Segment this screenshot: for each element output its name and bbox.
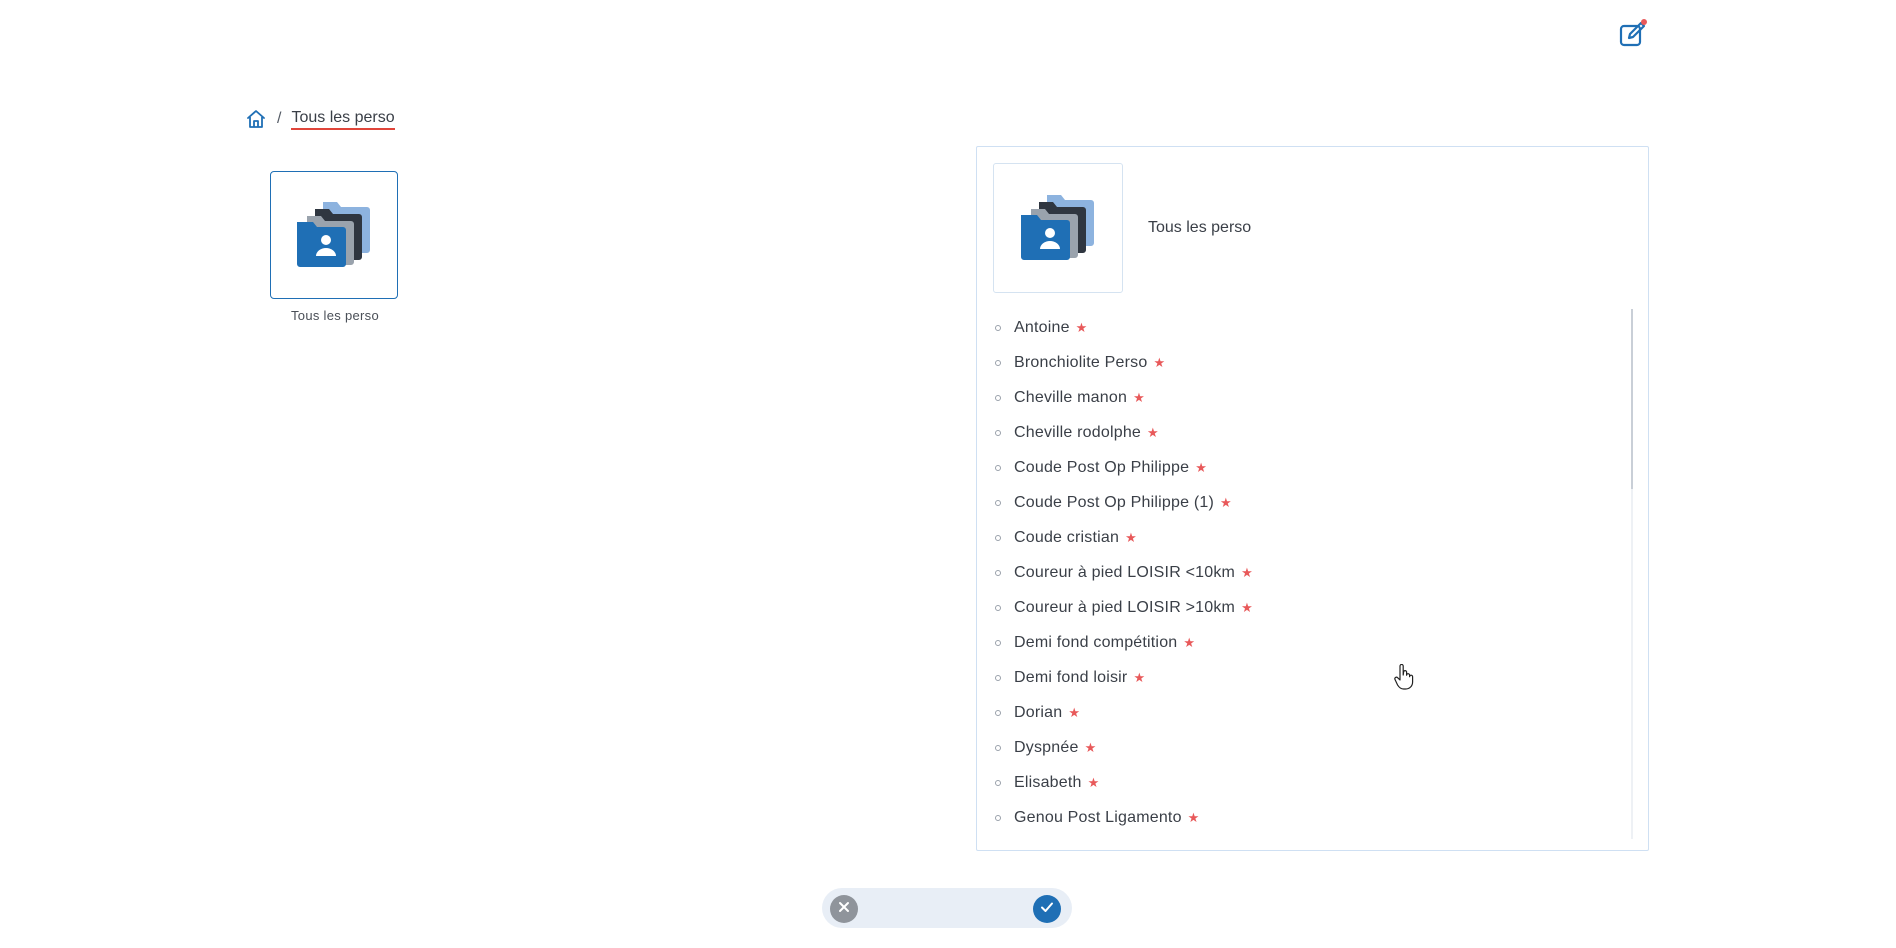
star-icon: ★ bbox=[1241, 564, 1253, 580]
star-icon: ★ bbox=[1187, 809, 1200, 825]
breadcrumb-separator: / bbox=[277, 110, 282, 127]
protocol-list: Antoine ★ Bronchiolite Perso ★ Cheville ma… bbox=[985, 310, 1609, 840]
panel-thumbnail bbox=[993, 163, 1123, 293]
bullet-icon bbox=[995, 569, 1001, 576]
bullet-icon bbox=[995, 674, 1001, 681]
folder-tile-label: Tous les perso bbox=[290, 308, 380, 323]
confirm-button[interactable] bbox=[1033, 895, 1061, 923]
star-icon: ★ bbox=[1241, 599, 1253, 615]
star-icon: ★ bbox=[1195, 459, 1207, 475]
list-item-label: Antoine bbox=[1014, 318, 1070, 336]
edit-icon[interactable] bbox=[1617, 18, 1649, 50]
list-item[interactable]: Genou Post Ligamento ★ bbox=[985, 800, 1609, 835]
list-item[interactable]: Antoine ★ bbox=[985, 310, 1609, 345]
bullet-icon bbox=[995, 534, 1001, 541]
list-item-label: Coude Post Op Philippe (1) bbox=[1014, 493, 1214, 511]
bullet-icon bbox=[995, 324, 1001, 331]
list-item[interactable]: Dyspnée ★ bbox=[985, 730, 1609, 765]
star-icon: ★ bbox=[1133, 669, 1146, 685]
star-icon: ★ bbox=[1084, 739, 1097, 755]
bullet-icon bbox=[995, 709, 1001, 716]
list-item-label: Genou Post Ligamento bbox=[1014, 808, 1182, 826]
list-item[interactable]: Coude cristian ★ bbox=[985, 520, 1609, 555]
bullet-icon bbox=[995, 744, 1001, 751]
bullet-icon bbox=[995, 639, 1001, 646]
list-item-label: Coureur à pied LOISIR <10km bbox=[1014, 563, 1236, 581]
close-icon bbox=[837, 900, 851, 919]
hand-cursor-icon bbox=[1393, 663, 1415, 690]
star-icon: ★ bbox=[1125, 529, 1137, 545]
check-icon bbox=[1039, 899, 1055, 920]
star-icon: ★ bbox=[1068, 704, 1080, 720]
list-item-label: Coude Post Op Philippe bbox=[1014, 458, 1190, 476]
breadcrumb-current[interactable]: Tous les perso bbox=[291, 109, 395, 130]
list-item-label: Cheville rodolphe bbox=[1014, 423, 1142, 441]
bullet-icon bbox=[995, 814, 1001, 821]
star-icon: ★ bbox=[1153, 354, 1166, 370]
scrollbar-thumb[interactable] bbox=[1631, 309, 1633, 489]
star-icon: ★ bbox=[1147, 424, 1159, 440]
list-item-label: Demi fond compétition bbox=[1014, 633, 1178, 651]
list-item[interactable]: Coureur à pied LOISIR <10km ★ bbox=[985, 555, 1609, 590]
list-item-label: Demi fond loisir bbox=[1014, 668, 1128, 686]
list-item-label: Dorian bbox=[1014, 703, 1063, 721]
list-scrollbar[interactable] bbox=[1631, 309, 1633, 839]
star-icon: ★ bbox=[1133, 389, 1145, 405]
star-icon: ★ bbox=[1219, 494, 1232, 510]
home-icon[interactable] bbox=[245, 108, 267, 130]
list-item[interactable]: Demi fond loisir ★ bbox=[985, 660, 1609, 695]
list-item-label: Coude cristian bbox=[1014, 528, 1120, 546]
cancel-button[interactable] bbox=[830, 895, 858, 923]
list-item[interactable]: Demi fond compétition ★ bbox=[985, 625, 1609, 660]
contacts-folder-icon bbox=[1017, 191, 1099, 266]
bullet-icon bbox=[995, 604, 1001, 611]
list-item[interactable]: Elisabeth ★ bbox=[985, 765, 1609, 800]
list-item[interactable]: Cheville manon ★ bbox=[985, 380, 1609, 415]
list-item-label: Cheville manon bbox=[1014, 388, 1128, 406]
list-item[interactable]: Coude Post Op Philippe (1) ★ bbox=[985, 485, 1609, 520]
list-item[interactable]: Bronchiolite Perso ★ bbox=[985, 345, 1609, 380]
bullet-icon bbox=[995, 464, 1001, 471]
bullet-icon bbox=[995, 429, 1001, 436]
list-item[interactable]: Coureur à pied LOISIR >10km ★ bbox=[985, 590, 1609, 625]
bullet-icon bbox=[995, 779, 1001, 786]
action-bar bbox=[822, 888, 1072, 928]
list-item-label: Dyspnée bbox=[1014, 738, 1079, 756]
folder-detail-panel: Tous les perso Antoine ★ Bronchiolite Per… bbox=[976, 146, 1649, 851]
breadcrumb: / Tous les perso bbox=[245, 107, 395, 131]
list-item-label: Elisabeth bbox=[1014, 773, 1082, 791]
list-item[interactable]: Dorian ★ bbox=[985, 695, 1609, 730]
contacts-folder-icon bbox=[293, 198, 375, 273]
bullet-icon bbox=[995, 394, 1001, 401]
star-icon: ★ bbox=[1183, 634, 1196, 650]
folder-tile[interactable] bbox=[270, 171, 398, 299]
bullet-icon bbox=[995, 359, 1001, 366]
star-icon: ★ bbox=[1075, 319, 1088, 335]
bullet-icon bbox=[995, 499, 1001, 506]
panel-title: Tous les perso bbox=[1148, 219, 1252, 236]
star-icon: ★ bbox=[1087, 774, 1100, 790]
list-item-label: Bronchiolite Perso bbox=[1014, 353, 1148, 371]
list-item-label: Coureur à pied LOISIR >10km bbox=[1014, 598, 1236, 616]
list-item[interactable]: Cheville rodolphe ★ bbox=[985, 415, 1609, 450]
list-item[interactable]: Coude Post Op Philippe ★ bbox=[985, 450, 1609, 485]
